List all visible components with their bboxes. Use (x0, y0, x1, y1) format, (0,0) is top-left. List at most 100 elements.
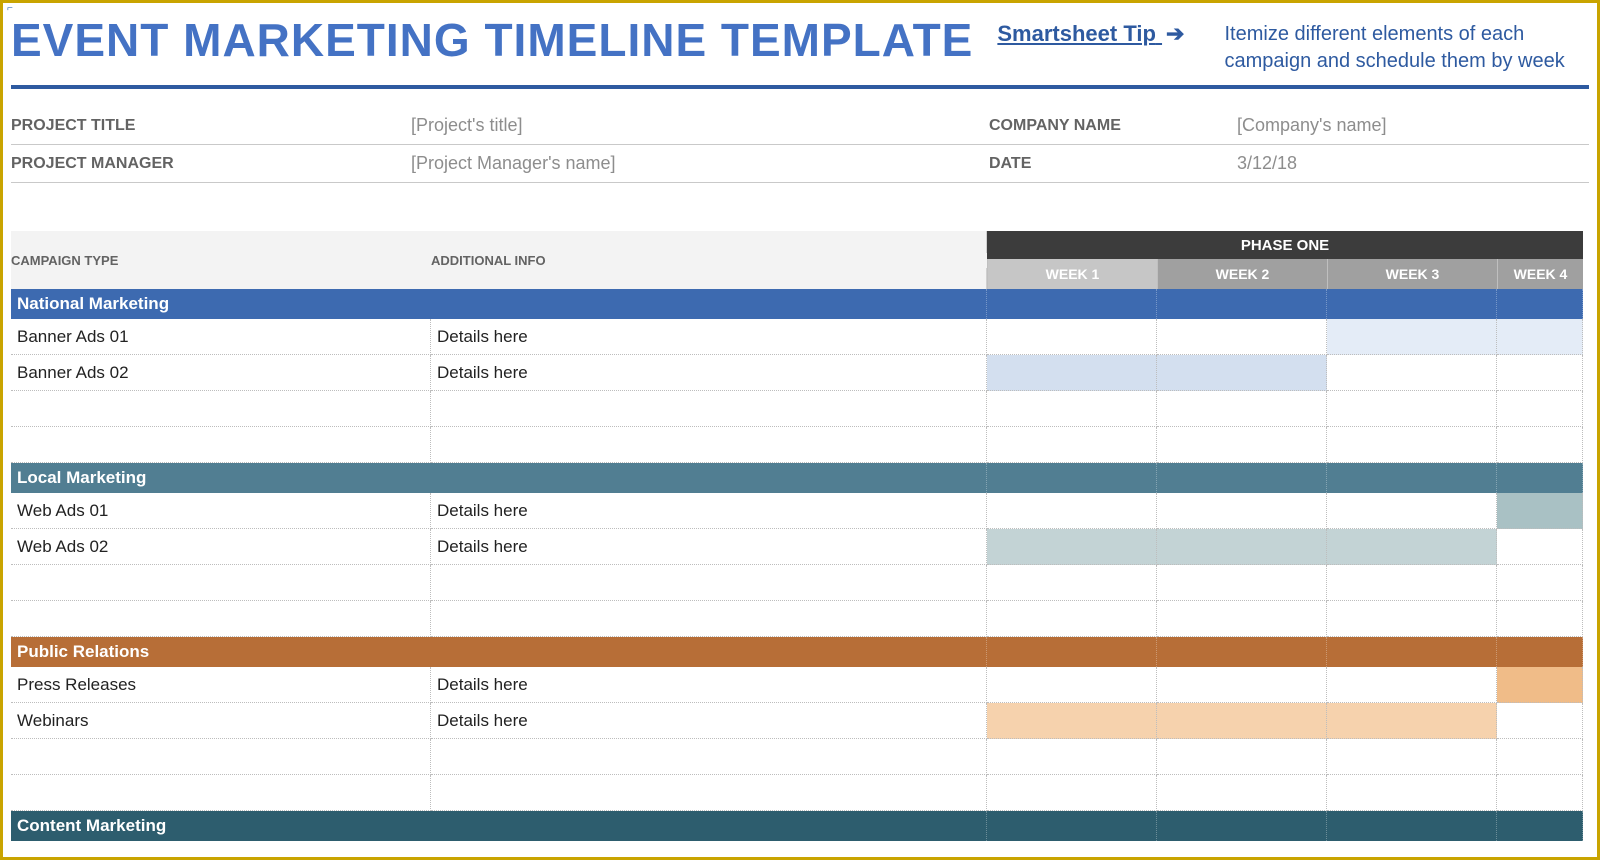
info-cell[interactable] (431, 391, 987, 427)
week-cell[interactable] (987, 493, 1157, 529)
week-cell[interactable] (1327, 427, 1497, 463)
week-cell[interactable] (987, 703, 1157, 739)
week-cell[interactable] (1497, 319, 1583, 355)
week-cell[interactable] (987, 355, 1157, 391)
timeline-row (11, 601, 1589, 637)
arrow-right-icon: ➔ (1166, 21, 1184, 47)
week-cell[interactable] (1327, 319, 1497, 355)
week-cell[interactable] (987, 565, 1157, 601)
week-cell[interactable] (1157, 667, 1327, 703)
info-cell[interactable] (431, 565, 987, 601)
section-header-cell (1157, 289, 1327, 319)
week-cell[interactable] (1327, 601, 1497, 637)
phase-label: PHASE ONE (987, 231, 1583, 259)
week-cell[interactable] (1157, 739, 1327, 775)
week-cell[interactable] (987, 391, 1157, 427)
section-title: Public Relations (11, 637, 987, 667)
week-cell[interactable] (1497, 493, 1583, 529)
section-header: National Marketing (11, 289, 1589, 319)
campaign-cell[interactable]: Web Ads 02 (11, 529, 431, 565)
week-cell[interactable] (1157, 319, 1327, 355)
info-cell[interactable]: Details here (431, 529, 987, 565)
campaign-cell[interactable] (11, 775, 431, 811)
week-cell[interactable] (1157, 391, 1327, 427)
campaign-cell[interactable]: Banner Ads 02 (11, 355, 431, 391)
date-value[interactable]: 3/12/18 (1237, 153, 1589, 174)
week-cell[interactable] (1157, 529, 1327, 565)
info-cell[interactable] (431, 739, 987, 775)
week-cell[interactable] (1327, 391, 1497, 427)
week-cell[interactable] (1327, 355, 1497, 391)
smartsheet-tip-link[interactable]: Smartsheet Tip ➔ (997, 21, 1184, 47)
week-cell[interactable] (1497, 427, 1583, 463)
week-cell[interactable] (1327, 529, 1497, 565)
info-cell[interactable]: Details here (431, 319, 987, 355)
cursor-mark: ⌐ (7, 3, 13, 14)
section-header: Content Marketing (11, 811, 1589, 841)
campaign-cell[interactable]: Banner Ads 01 (11, 319, 431, 355)
week-1-header: WEEK 1 (987, 259, 1157, 289)
week-cell[interactable] (987, 427, 1157, 463)
project-manager-label: PROJECT MANAGER (11, 155, 411, 173)
campaign-cell[interactable] (11, 391, 431, 427)
week-cell[interactable] (1497, 775, 1583, 811)
project-manager-value[interactable]: [Project Manager's name] (411, 153, 989, 174)
info-cell[interactable]: Details here (431, 493, 987, 529)
info-cell[interactable]: Details here (431, 703, 987, 739)
info-cell[interactable] (431, 775, 987, 811)
week-cell[interactable] (1497, 601, 1583, 637)
info-cell[interactable]: Details here (431, 667, 987, 703)
section-header-cell (1327, 811, 1497, 841)
spreadsheet-template: ⌐ { "header": { "title": "EVENT MARKETIN… (0, 0, 1600, 860)
campaign-cell[interactable] (11, 565, 431, 601)
week-cell[interactable] (1497, 391, 1583, 427)
week-cell[interactable] (1157, 493, 1327, 529)
week-cell[interactable] (1327, 493, 1497, 529)
week-cell[interactable] (1157, 775, 1327, 811)
timeline-row (11, 391, 1589, 427)
info-cell[interactable]: Details here (431, 355, 987, 391)
week-cell[interactable] (1497, 355, 1583, 391)
section-header: Public Relations (11, 637, 1589, 667)
info-cell[interactable] (431, 601, 987, 637)
week-cell[interactable] (987, 775, 1157, 811)
week-cell[interactable] (987, 529, 1157, 565)
tip-description: Itemize different elements of each campa… (1224, 21, 1589, 75)
timeline-row: WebinarsDetails here (11, 703, 1589, 739)
section-header-cell (1497, 289, 1583, 319)
week-cell[interactable] (1497, 565, 1583, 601)
company-name-value[interactable]: [Company's name] (1237, 115, 1589, 136)
week-cell[interactable] (1157, 601, 1327, 637)
week-cell[interactable] (1157, 703, 1327, 739)
week-cell[interactable] (1157, 565, 1327, 601)
week-cell[interactable] (1497, 703, 1583, 739)
campaign-cell[interactable]: Webinars (11, 703, 431, 739)
campaign-cell[interactable] (11, 427, 431, 463)
week-cell[interactable] (1327, 565, 1497, 601)
project-title-value[interactable]: [Project's title] (411, 115, 989, 136)
tip-label: Smartsheet Tip (997, 21, 1156, 46)
timeline-row (11, 565, 1589, 601)
week-cell[interactable] (987, 601, 1157, 637)
week-cell[interactable] (1497, 739, 1583, 775)
page-title: EVENT MARKETING TIMELINE TEMPLATE (11, 13, 973, 67)
section-header: Local Marketing (11, 463, 1589, 493)
campaign-cell[interactable]: Web Ads 01 (11, 493, 431, 529)
week-cell[interactable] (1497, 667, 1583, 703)
info-cell[interactable] (431, 427, 987, 463)
week-cell[interactable] (1327, 703, 1497, 739)
week-cell[interactable] (987, 667, 1157, 703)
week-cell[interactable] (1327, 739, 1497, 775)
week-cell[interactable] (1327, 667, 1497, 703)
week-cell[interactable] (1327, 775, 1497, 811)
week-cell[interactable] (987, 319, 1157, 355)
meta-block: PROJECT TITLE [Project's title] PROJECT … (3, 107, 1597, 183)
week-cell[interactable] (1157, 355, 1327, 391)
campaign-cell[interactable] (11, 739, 431, 775)
week-cell[interactable] (1157, 427, 1327, 463)
week-cell[interactable] (1497, 529, 1583, 565)
campaign-cell[interactable] (11, 601, 431, 637)
week-cell[interactable] (987, 739, 1157, 775)
campaign-cell[interactable]: Press Releases (11, 667, 431, 703)
section-header-cell (1327, 637, 1497, 667)
